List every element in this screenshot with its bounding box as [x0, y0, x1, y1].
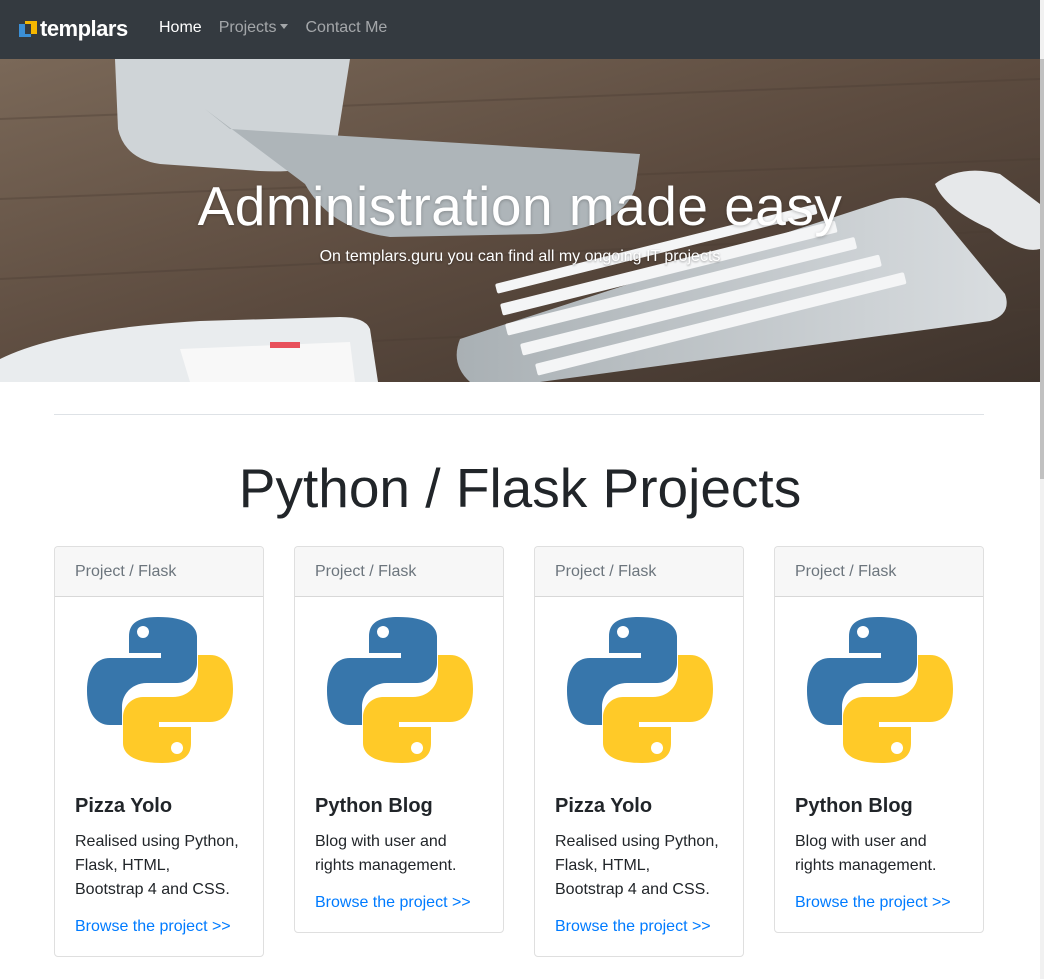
nav-links: Home Projects Contact Me: [159, 19, 387, 37]
card-text: Blog with user and rights management.: [795, 833, 937, 874]
browse-project-link[interactable]: Browse the project >>: [75, 918, 243, 936]
nav-contact[interactable]: Contact Me: [305, 19, 387, 37]
browse-project-link[interactable]: Browse the project >>: [555, 918, 723, 936]
card-text: Realised using Python, Flask, HTML, Boot…: [75, 833, 239, 898]
project-card: Project / Flask Pizza Yolo Realised usin…: [54, 546, 264, 957]
python-logo-icon: [327, 617, 473, 763]
nav-projects-dropdown[interactable]: Projects: [219, 19, 289, 37]
project-card: Project / Flask Pizza Yolo Realised usin…: [534, 546, 744, 957]
scrollbar-thumb[interactable]: [1040, 59, 1044, 479]
python-logo-icon: [87, 617, 233, 763]
card-title: Pizza Yolo: [75, 795, 173, 817]
hero-banner: Administration made easy On templars.gur…: [0, 59, 1040, 382]
section-divider: [54, 414, 984, 415]
top-navbar: templars Home Projects Contact Me: [0, 0, 1040, 59]
card-header: Project / Flask: [55, 547, 263, 597]
card-header: Project / Flask: [775, 547, 983, 597]
card-body: Python Blog Blog with user and rights ma…: [775, 597, 983, 932]
hero-subtitle: On templars.guru you can find all my ong…: [319, 248, 721, 265]
card-body: Pizza Yolo Realised using Python, Flask,…: [55, 597, 263, 956]
browse-project-link[interactable]: Browse the project >>: [795, 894, 963, 912]
python-logo-icon: [567, 617, 713, 763]
card-text: Realised using Python, Flask, HTML, Boot…: [555, 833, 719, 898]
card-header: Project / Flask: [535, 547, 743, 597]
section-title: Python / Flask Projects: [238, 457, 802, 519]
browse-project-link[interactable]: Browse the project >>: [315, 894, 483, 912]
card-title: Pizza Yolo: [555, 795, 653, 817]
caret-down-icon: [280, 24, 289, 29]
nav-projects-label: Projects: [218, 19, 277, 36]
card-title: Python Blog: [315, 795, 433, 817]
card-text: Blog with user and rights management.: [315, 833, 457, 874]
brand-logo[interactable]: templars: [18, 16, 128, 42]
card-title: Python Blog: [795, 795, 913, 817]
hero-title: Administration made easy: [197, 175, 843, 237]
card-header: Project / Flask: [295, 547, 503, 597]
nav-home[interactable]: Home: [159, 19, 202, 37]
templars-logo-icon: [19, 21, 37, 37]
python-logo-icon: [807, 617, 953, 763]
card-body: Python Blog Blog with user and rights ma…: [295, 597, 503, 932]
project-card: Project / Flask Python Blog Blog with us…: [774, 546, 984, 933]
project-card: Project / Flask Python Blog Blog with us…: [294, 546, 504, 933]
card-body: Pizza Yolo Realised using Python, Flask,…: [535, 597, 743, 956]
brand-name: templars: [40, 16, 128, 41]
